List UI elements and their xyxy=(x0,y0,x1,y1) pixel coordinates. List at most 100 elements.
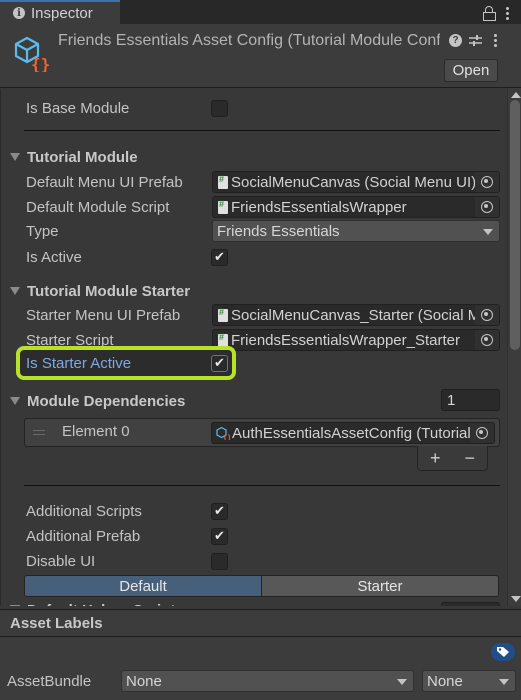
field-label: Type xyxy=(26,222,59,240)
object-value: SocialMenuCanvas (Social Menu UI) xyxy=(231,173,475,191)
field-label: Disable UI xyxy=(26,552,96,570)
scroll-down-icon[interactable] xyxy=(511,596,521,602)
starter-menu-ui-prefab-field[interactable]: SocialMenuCanvas_Starter (Social Menu UI… xyxy=(212,304,500,326)
field-additional-scripts: Additional Scripts ✔ xyxy=(1,499,507,523)
asset-labels-title: Asset Labels xyxy=(10,614,103,632)
asset-labels-area: AssetBundle None None xyxy=(0,637,521,700)
prefab-icon xyxy=(218,307,228,322)
foldout-arrow-icon[interactable] xyxy=(10,605,20,606)
dropdown-value: None xyxy=(427,672,463,690)
section-title: Module Dependencies xyxy=(27,392,186,410)
info-icon: i xyxy=(13,7,25,19)
foldout-arrow-icon[interactable] xyxy=(10,287,20,295)
assetbundle-label: AssetBundle xyxy=(7,673,92,690)
section-tutorial-module[interactable]: Tutorial Module xyxy=(1,145,507,169)
object-value: FriendsEssentialsWrapper_Starter xyxy=(231,331,460,349)
dependencies-count-field[interactable]: 1 xyxy=(441,389,500,411)
foldout-arrow-icon[interactable] xyxy=(10,397,20,405)
dependencies-list: Element 0 {} AuthEssentialsAssetConfig (… xyxy=(24,418,500,447)
tag-icon xyxy=(497,647,509,657)
tab-label: Inspector xyxy=(31,4,93,22)
field-disable-ui: Disable UI xyxy=(1,549,507,573)
divider xyxy=(24,130,500,131)
asset-config-icon: {} xyxy=(14,36,50,72)
field-label: Default Menu UI Prefab xyxy=(26,173,183,191)
section-default-helper-scripts[interactable]: Default Helper Scripts 1 xyxy=(7,602,502,606)
object-picker-button[interactable] xyxy=(475,330,499,350)
script-icon xyxy=(218,199,228,214)
chevron-down-icon xyxy=(397,679,407,685)
foldout-arrow-icon[interactable] xyxy=(10,153,20,161)
section-tutorial-module-starter[interactable]: Tutorial Module Starter xyxy=(1,279,507,303)
object-value: AuthEssentialsAssetConfig (Tutorial Modu… xyxy=(232,424,470,442)
list-footer: + − xyxy=(417,446,488,471)
field-default-menu-ui-prefab: Default Menu UI Prefab SocialMenuCanvas … xyxy=(1,170,507,194)
tab-menu-icon[interactable] xyxy=(505,6,509,20)
field-default-module-script: Default Module Script FriendsEssentialsW… xyxy=(1,195,507,219)
toggle-starter[interactable]: Starter xyxy=(262,576,498,596)
remove-element-button[interactable]: − xyxy=(464,448,475,469)
is-starter-active-checkbox[interactable]: ✔ xyxy=(211,354,228,372)
toggle-default[interactable]: Default xyxy=(25,576,262,596)
scrollbar-thumb[interactable] xyxy=(510,100,520,350)
field-label: Is Starter Active xyxy=(26,354,132,372)
object-picker-button[interactable] xyxy=(475,197,499,217)
field-is-active: Is Active ✔ xyxy=(1,245,507,269)
asset-labels-button[interactable] xyxy=(491,643,515,661)
preset-icon[interactable] xyxy=(469,34,482,47)
vertical-scrollbar[interactable] xyxy=(507,88,521,606)
element-0-field[interactable]: {} AuthEssentialsAssetConfig (Tutorial M… xyxy=(211,422,495,444)
inspector-header: {} Friends Essentials Asset Config (Tuto… xyxy=(0,24,521,88)
mode-toggle-group: Default Starter xyxy=(24,575,499,597)
object-picker-icon xyxy=(481,176,493,188)
type-dropdown[interactable]: Friends Essentials xyxy=(212,220,500,242)
object-value: SocialMenuCanvas_Starter (Social Menu UI… xyxy=(231,306,475,324)
default-module-script-field[interactable]: FriendsEssentialsWrapper xyxy=(212,196,500,218)
field-label: Is Active xyxy=(26,248,82,266)
asset-title: Friends Essentials Asset Config (Tutoria… xyxy=(58,32,440,49)
default-menu-ui-prefab-field[interactable]: SocialMenuCanvas (Social Menu UI) xyxy=(212,171,500,193)
object-picker-icon xyxy=(481,309,493,321)
script-icon xyxy=(218,332,228,347)
object-picker-icon xyxy=(476,427,488,439)
additional-prefab-checkbox[interactable]: ✔ xyxy=(211,527,228,545)
is-active-checkbox[interactable]: ✔ xyxy=(211,248,228,266)
inspector-content: Is Base Module Tutorial Module Default M… xyxy=(0,89,507,606)
section-title: Tutorial Module xyxy=(27,148,138,166)
field-label: Is Base Module xyxy=(26,99,130,117)
svg-text:{}: {} xyxy=(31,55,50,72)
tab-inspector[interactable]: i Inspector xyxy=(0,0,120,24)
field-type: Type Friends Essentials xyxy=(1,219,507,243)
drag-handle-icon[interactable] xyxy=(33,430,45,435)
section-title: Tutorial Module Starter xyxy=(27,282,191,300)
starter-script-field[interactable]: FriendsEssentialsWrapper_Starter xyxy=(212,329,500,351)
element-label: Element 0 xyxy=(62,423,130,440)
field-label: Starter Menu UI Prefab xyxy=(26,306,181,324)
field-label: Additional Prefab xyxy=(26,527,141,545)
is-base-module-checkbox[interactable] xyxy=(211,99,228,117)
lock-icon[interactable] xyxy=(483,6,496,21)
open-button[interactable]: Open xyxy=(444,59,498,82)
field-is-starter-active: Is Starter Active ✔ xyxy=(1,351,507,375)
helper-scripts-count-field[interactable]: 1 xyxy=(441,602,500,606)
scroll-up-icon[interactable] xyxy=(511,92,521,98)
dropdown-value: None xyxy=(126,672,162,690)
prefab-icon xyxy=(218,174,228,189)
asset-labels-header[interactable]: Asset Labels xyxy=(0,609,521,637)
assetbundle-variant-dropdown[interactable]: None xyxy=(422,670,516,692)
object-picker-button[interactable] xyxy=(470,423,494,443)
disable-ui-checkbox[interactable] xyxy=(211,552,228,570)
object-value: FriendsEssentialsWrapper xyxy=(231,198,407,216)
assetbundle-dropdown[interactable]: None xyxy=(121,670,414,692)
field-label: Default Module Script xyxy=(26,198,170,216)
section-module-dependencies[interactable]: Module Dependencies 1 xyxy=(1,389,507,413)
additional-scripts-checkbox[interactable]: ✔ xyxy=(211,502,228,520)
add-element-button[interactable]: + xyxy=(430,448,441,469)
object-picker-icon xyxy=(481,201,493,213)
object-picker-button[interactable] xyxy=(475,172,499,192)
svg-text:{}: {} xyxy=(223,434,230,440)
help-icon[interactable]: ? xyxy=(449,34,462,47)
component-menu-icon[interactable] xyxy=(493,34,497,47)
object-picker-button[interactable] xyxy=(475,305,499,325)
chevron-down-icon xyxy=(499,679,509,685)
